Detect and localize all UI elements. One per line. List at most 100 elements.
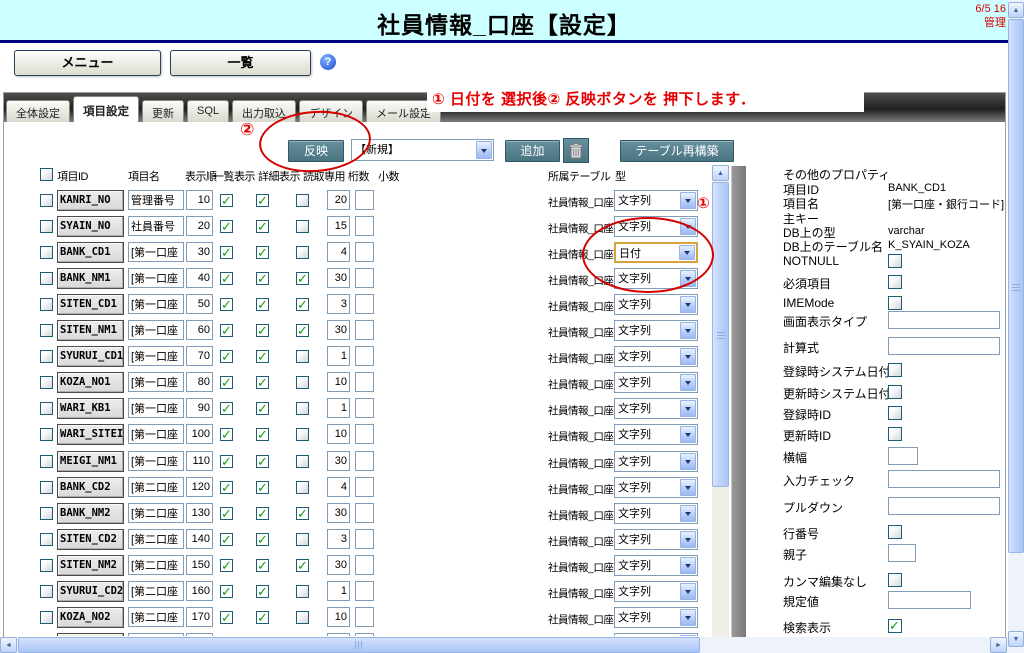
rebuild-table-button[interactable]: テーブル再構築: [620, 140, 734, 162]
property-checkbox[interactable]: [888, 619, 902, 633]
field-id-box[interactable]: SYURUI_CD2: [57, 581, 124, 602]
display-order-input[interactable]: [186, 607, 213, 627]
list-display-checkbox[interactable]: [220, 350, 233, 363]
list-display-checkbox[interactable]: [220, 481, 233, 494]
readonly-checkbox[interactable]: [296, 455, 309, 468]
row-select-checkbox[interactable]: [40, 428, 53, 441]
display-order-input[interactable]: [186, 242, 213, 262]
type-select[interactable]: 文字列: [614, 581, 698, 602]
grid-vscroll-up-button[interactable]: ▲: [712, 165, 729, 181]
dropdown-arrow-icon[interactable]: [680, 531, 696, 548]
field-id-box[interactable]: WARI_SITEI1: [57, 424, 124, 445]
type-select[interactable]: 文字列: [614, 503, 698, 524]
field-id-box[interactable]: BANK_CD1: [57, 242, 124, 263]
display-order-input[interactable]: [186, 529, 213, 549]
decimals-input[interactable]: [355, 607, 374, 627]
readonly-checkbox[interactable]: [296, 298, 309, 311]
display-order-input[interactable]: [186, 190, 213, 210]
type-select[interactable]: 文字列: [614, 372, 698, 393]
property-checkbox[interactable]: [888, 296, 902, 310]
readonly-checkbox[interactable]: [296, 350, 309, 363]
field-name-input[interactable]: [128, 424, 184, 444]
row-select-checkbox[interactable]: [40, 402, 53, 415]
list-display-checkbox[interactable]: [220, 298, 233, 311]
readonly-checkbox[interactable]: [296, 428, 309, 441]
menu-button[interactable]: メニュー: [14, 50, 161, 76]
grid-vscroll-thumb[interactable]: [712, 182, 729, 487]
detail-display-checkbox[interactable]: [256, 507, 269, 520]
dropdown-arrow-icon[interactable]: [680, 505, 696, 522]
row-select-checkbox[interactable]: [40, 481, 53, 494]
list-button[interactable]: 一覧: [170, 50, 311, 76]
list-display-checkbox[interactable]: [220, 533, 233, 546]
list-display-checkbox[interactable]: [220, 324, 233, 337]
type-select[interactable]: 文字列: [614, 555, 698, 576]
field-id-box[interactable]: SYAIN_NO: [57, 216, 124, 237]
property-checkbox[interactable]: [888, 525, 902, 539]
readonly-checkbox[interactable]: [296, 559, 309, 572]
page-vscroll-thumb[interactable]: [1008, 19, 1024, 553]
field-id-box[interactable]: WARI_KB2: [57, 633, 124, 636]
row-select-checkbox[interactable]: [40, 585, 53, 598]
field-id-box[interactable]: BANK_NM1: [57, 268, 124, 289]
item-target-select[interactable]: 【新規】: [351, 139, 494, 161]
detail-display-checkbox[interactable]: [256, 611, 269, 624]
list-display-checkbox[interactable]: [220, 376, 233, 389]
type-select[interactable]: 文字列: [614, 633, 698, 636]
readonly-checkbox[interactable]: [296, 324, 309, 337]
decimals-input[interactable]: [355, 424, 374, 444]
readonly-checkbox[interactable]: [296, 376, 309, 389]
delete-button[interactable]: [563, 138, 589, 163]
list-display-checkbox[interactable]: [220, 507, 233, 520]
decimals-input[interactable]: [355, 190, 374, 210]
dropdown-arrow-icon[interactable]: [680, 374, 696, 391]
detail-display-checkbox[interactable]: [256, 402, 269, 415]
display-order-input[interactable]: [186, 346, 213, 366]
type-select[interactable]: 文字列: [614, 424, 698, 445]
display-order-input[interactable]: [186, 424, 213, 444]
detail-display-checkbox[interactable]: [256, 559, 269, 572]
digits-input[interactable]: [327, 398, 350, 418]
help-icon[interactable]: ?: [320, 54, 336, 70]
dropdown-arrow-icon[interactable]: [680, 348, 696, 365]
hscroll-thumb[interactable]: [18, 637, 700, 653]
readonly-checkbox[interactable]: [296, 611, 309, 624]
dropdown-arrow-icon[interactable]: [680, 192, 696, 209]
field-name-input[interactable]: [128, 555, 184, 575]
tab-1[interactable]: 全体設定: [6, 100, 70, 122]
display-order-input[interactable]: [186, 555, 213, 575]
list-display-checkbox[interactable]: [220, 272, 233, 285]
decimals-input[interactable]: [355, 294, 374, 314]
decimals-input[interactable]: [355, 372, 374, 392]
detail-display-checkbox[interactable]: [256, 272, 269, 285]
field-name-input[interactable]: [128, 320, 184, 340]
dropdown-arrow-icon[interactable]: [680, 479, 696, 496]
detail-display-checkbox[interactable]: [256, 350, 269, 363]
display-order-input[interactable]: [186, 268, 213, 288]
type-select[interactable]: 文字列: [614, 320, 698, 341]
digits-input[interactable]: [327, 451, 350, 471]
digits-input[interactable]: [327, 320, 350, 340]
field-id-box[interactable]: KOZA_NO2: [57, 607, 124, 628]
decimals-input[interactable]: [355, 346, 374, 366]
digits-input[interactable]: [327, 372, 350, 392]
digits-input[interactable]: [327, 581, 350, 601]
display-order-input[interactable]: [186, 372, 213, 392]
decimals-input[interactable]: [355, 555, 374, 575]
detail-display-checkbox[interactable]: [256, 376, 269, 389]
detail-display-checkbox[interactable]: [256, 481, 269, 494]
readonly-checkbox[interactable]: [296, 220, 309, 233]
digits-input[interactable]: [327, 294, 350, 314]
dropdown-arrow-icon[interactable]: [680, 453, 696, 470]
type-select[interactable]: 文字列: [614, 451, 698, 472]
list-display-checkbox[interactable]: [220, 559, 233, 572]
dropdown-arrow-icon[interactable]: [680, 400, 696, 417]
select-all-checkbox[interactable]: [40, 168, 53, 181]
list-display-checkbox[interactable]: [220, 246, 233, 259]
display-order-input[interactable]: [186, 216, 213, 236]
panel-splitter[interactable]: [731, 166, 746, 637]
digits-input[interactable]: [327, 346, 350, 366]
field-name-input[interactable]: [128, 242, 184, 262]
decimals-input[interactable]: [355, 320, 374, 340]
property-checkbox[interactable]: [888, 385, 902, 399]
